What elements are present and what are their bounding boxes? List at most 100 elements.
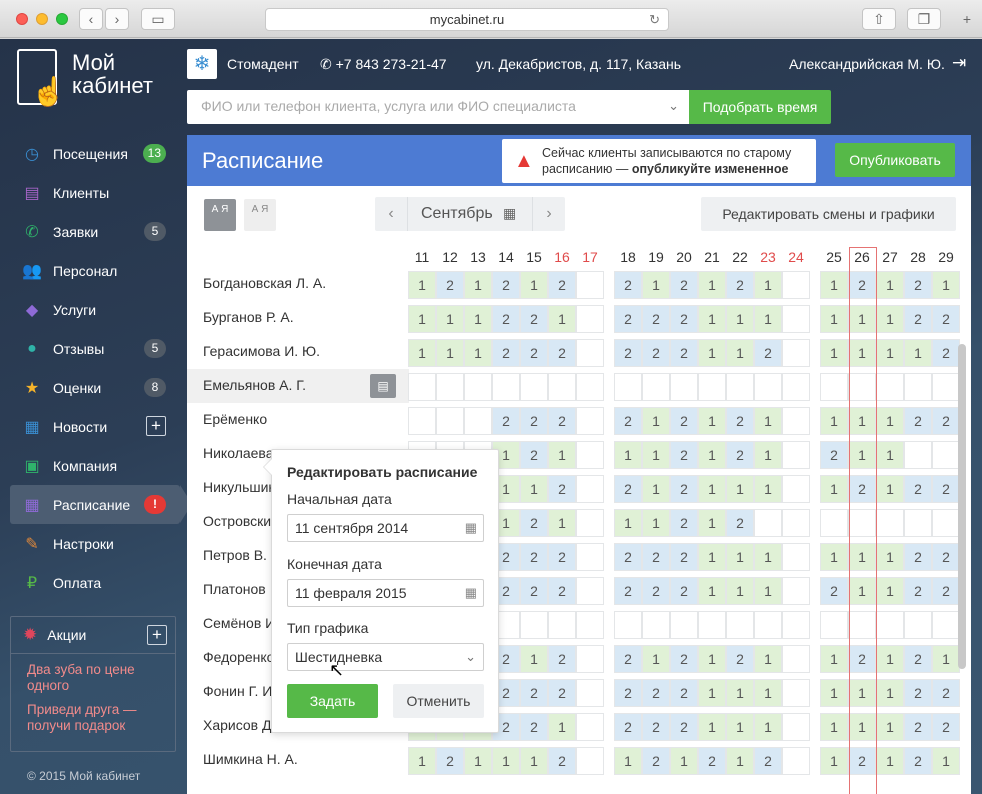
shift-cell[interactable]: 2 bbox=[670, 475, 698, 503]
shift-cell[interactable]: 1 bbox=[754, 475, 782, 503]
shift-cell[interactable]: 2 bbox=[932, 543, 960, 571]
shift-cell[interactable]: 2 bbox=[726, 271, 754, 299]
shift-cell[interactable]: 1 bbox=[464, 271, 492, 299]
shift-cell[interactable] bbox=[782, 441, 810, 469]
shift-cell[interactable]: 2 bbox=[642, 339, 670, 367]
shift-cell[interactable]: 2 bbox=[614, 713, 642, 741]
shift-cell[interactable] bbox=[904, 509, 932, 537]
employee-name[interactable]: Шимкина Н. А. bbox=[203, 751, 298, 767]
shift-cell[interactable]: 1 bbox=[820, 543, 848, 571]
employee-name[interactable]: Ерёменко bbox=[203, 411, 267, 427]
employee-name[interactable]: Федоренко bbox=[203, 649, 274, 665]
reload-icon[interactable]: ↻ bbox=[649, 9, 660, 30]
shift-cell[interactable]: 1 bbox=[820, 271, 848, 299]
shift-cell[interactable]: 2 bbox=[670, 577, 698, 605]
chevron-down-icon[interactable]: ⌄ bbox=[465, 644, 476, 670]
shift-cell[interactable]: 1 bbox=[408, 747, 436, 775]
shift-cell[interactable] bbox=[754, 509, 782, 537]
shift-cell[interactable] bbox=[876, 509, 904, 537]
shift-cell[interactable]: 1 bbox=[754, 407, 782, 435]
calendar-icon[interactable]: ▦ bbox=[465, 515, 477, 541]
shift-cell[interactable]: 1 bbox=[848, 441, 876, 469]
shift-cell[interactable]: 1 bbox=[548, 441, 576, 469]
shift-cell[interactable] bbox=[782, 645, 810, 673]
shift-cell[interactable]: 1 bbox=[408, 305, 436, 333]
vertical-scrollbar[interactable] bbox=[958, 344, 966, 669]
logo[interactable]: ☝ Мой кабинет bbox=[17, 49, 187, 109]
forward-icon[interactable]: › bbox=[105, 8, 129, 30]
shift-cell[interactable] bbox=[614, 373, 642, 401]
shift-cell[interactable] bbox=[698, 373, 726, 401]
sidebar-toggle-icon[interactable]: ▭ bbox=[141, 8, 175, 30]
shift-cell[interactable]: 2 bbox=[670, 305, 698, 333]
shift-cell[interactable]: 1 bbox=[820, 305, 848, 333]
shift-cell[interactable]: 1 bbox=[876, 339, 904, 367]
promo-link-1[interactable]: Два зуба по цене одного bbox=[11, 662, 175, 694]
shift-cell[interactable]: 2 bbox=[436, 747, 464, 775]
share-icon[interactable]: ⇧ bbox=[862, 8, 896, 30]
shift-cell[interactable] bbox=[576, 339, 604, 367]
shift-cell[interactable] bbox=[576, 543, 604, 571]
shift-cell[interactable] bbox=[754, 373, 782, 401]
shift-cell[interactable]: 2 bbox=[520, 339, 548, 367]
shift-cell[interactable]: 1 bbox=[464, 339, 492, 367]
shift-cell[interactable] bbox=[698, 611, 726, 639]
shift-cell[interactable]: 1 bbox=[932, 271, 960, 299]
clinic-name[interactable]: Стомадент bbox=[227, 56, 299, 72]
shift-cell[interactable]: 1 bbox=[642, 441, 670, 469]
shift-cell[interactable] bbox=[576, 645, 604, 673]
shift-cell[interactable] bbox=[820, 509, 848, 537]
publish-button[interactable]: Опубликовать bbox=[835, 143, 955, 177]
shift-cell[interactable] bbox=[576, 441, 604, 469]
shift-cell[interactable] bbox=[576, 407, 604, 435]
shift-cell[interactable]: 2 bbox=[548, 339, 576, 367]
prev-month-button[interactable]: ‹ bbox=[375, 197, 408, 231]
shift-cell[interactable] bbox=[754, 611, 782, 639]
shift-cell[interactable]: 2 bbox=[548, 645, 576, 673]
sidebar-item-3[interactable]: 👥 Персонал bbox=[10, 251, 180, 290]
shift-cell[interactable]: 1 bbox=[408, 271, 436, 299]
shift-cell[interactable] bbox=[464, 407, 492, 435]
shift-cell[interactable]: 1 bbox=[876, 271, 904, 299]
sidebar-item-2[interactable]: ✆ Заявки 5 bbox=[10, 212, 180, 251]
shift-cell[interactable]: 2 bbox=[642, 305, 670, 333]
shift-cell[interactable]: 1 bbox=[932, 645, 960, 673]
shift-cell[interactable]: 1 bbox=[848, 339, 876, 367]
shift-cell[interactable]: 1 bbox=[698, 645, 726, 673]
shift-cell[interactable]: 1 bbox=[614, 509, 642, 537]
calendar-icon[interactable]: ▦ bbox=[465, 580, 477, 606]
shift-cell[interactable]: 1 bbox=[754, 271, 782, 299]
shift-cell[interactable]: 2 bbox=[548, 679, 576, 707]
shift-cell[interactable]: 1 bbox=[614, 441, 642, 469]
shift-cell[interactable] bbox=[642, 611, 670, 639]
shift-cell[interactable] bbox=[782, 271, 810, 299]
shift-cell[interactable] bbox=[782, 475, 810, 503]
shift-cell[interactable]: 1 bbox=[726, 305, 754, 333]
shift-cell[interactable]: 2 bbox=[670, 713, 698, 741]
pick-time-button[interactable]: Подобрать время bbox=[689, 90, 831, 124]
shift-cell[interactable] bbox=[782, 509, 810, 537]
shift-cell[interactable]: 2 bbox=[698, 747, 726, 775]
shift-cell[interactable] bbox=[670, 611, 698, 639]
shift-cell[interactable]: 2 bbox=[848, 645, 876, 673]
shift-cell[interactable] bbox=[782, 339, 810, 367]
shift-cell[interactable]: 1 bbox=[820, 645, 848, 673]
zoom-window-button[interactable] bbox=[56, 13, 68, 25]
shift-cell[interactable]: 2 bbox=[904, 713, 932, 741]
schedule-type-select[interactable]: Шестидневка ⌄ bbox=[287, 643, 484, 671]
shift-cell[interactable]: 1 bbox=[820, 339, 848, 367]
shift-cell[interactable]: 2 bbox=[614, 543, 642, 571]
shift-cell[interactable]: 2 bbox=[848, 271, 876, 299]
shift-cell[interactable]: 1 bbox=[754, 713, 782, 741]
shift-cell[interactable]: 1 bbox=[698, 407, 726, 435]
shift-cell[interactable] bbox=[464, 373, 492, 401]
shift-cell[interactable]: 1 bbox=[548, 713, 576, 741]
shift-cell[interactable] bbox=[782, 611, 810, 639]
shift-cell[interactable]: 2 bbox=[670, 509, 698, 537]
shift-cell[interactable]: 1 bbox=[614, 747, 642, 775]
shift-cell[interactable] bbox=[520, 611, 548, 639]
shift-cell[interactable]: 2 bbox=[520, 305, 548, 333]
shift-cell[interactable]: 2 bbox=[492, 305, 520, 333]
shift-cell[interactable]: 2 bbox=[548, 747, 576, 775]
shift-cell[interactable]: 2 bbox=[670, 271, 698, 299]
